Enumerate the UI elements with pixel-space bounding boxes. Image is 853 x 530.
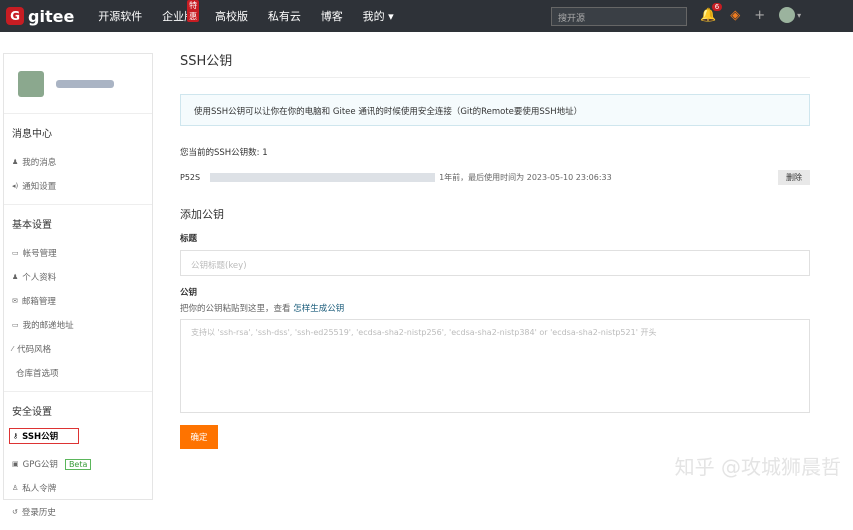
sidebar-item-address[interactable]: ▭ 我的邮递地址 [4,313,152,337]
plus-icon[interactable]: + [754,8,765,23]
sidebar-item-user[interactable]: ♟ 个人资料 [4,265,152,289]
brush-icon: ⁄ [12,345,14,353]
token-icon: ♙ [12,484,19,492]
sidebar-item-bell[interactable]: ♟ 我的消息 [4,150,152,174]
location-icon[interactable]: ◈ [730,8,740,23]
section-title: 消息中心 [12,129,52,140]
nav-private-cloud[interactable]: 私有云 [268,10,301,23]
bell-icon: ♟ [12,158,19,166]
sidebar-item-volume[interactable]: ◂) 通知设置 [4,174,152,198]
sidebar: 消息中心 ♟ 我的消息 ◂) 通知设置基本设置 ▭ 帐号管理 ♟ 个人资料 ✉ 邮箱管理 ▭ 我的邮递地… [3,53,153,518]
section-title: 基本设置 [12,220,52,231]
sidebar-section: 消息中心 ♟ 我的消息 ◂) 通知设置 [4,114,152,205]
notification-count: 6 [711,2,723,11]
sidebar-item-history[interactable]: ↺ 登录历史 [4,500,152,524]
nav-edu[interactable]: 高校版 [215,10,248,23]
beta-badge: Beta [64,458,92,470]
sidebar-item-code[interactable]: 仓库首选项 [4,361,152,385]
sidebar-section: 安全设置 ⚷ SSH公钥 ▣ GPG公钥 Beta ♙ 私人令牌 ↺ 登录历史 [4,392,152,530]
nav-opensource[interactable]: 开源软件 [98,10,142,23]
sidebar-item-token[interactable]: ♙ 私人令牌 [4,476,152,500]
sidebar-section: 基本设置 ▭ 帐号管理 ♟ 个人资料 ✉ 邮箱管理 ▭ 我的邮递地址 ⁄ 代码风格 仓库首选项 [4,205,152,392]
main-content: SSH公钥 使用SSH公钥可以让你在你的电脑和 Gitee 通讯的时候使用安全连… [180,50,810,449]
chevron-down-icon[interactable]: ▾ [797,11,801,20]
logo-icon: G [6,7,24,25]
sidebar-item-mail[interactable]: ✉ 邮箱管理 [4,289,152,313]
key-count: 您当前的SSH公钥数: 1 [180,148,268,158]
title-label: 标题 [180,234,198,244]
search-input[interactable]: 搜开源 [551,7,687,26]
key-name: P52S [180,172,201,182]
lock-icon: ▣ [12,460,19,468]
submit-button[interactable]: 确定 [180,425,218,449]
key-row: P52S 1年前，最后使用时间为 2023-05-10 23:06:33 删除 [180,169,810,185]
nav-mine[interactable]: 我的 ▾ [363,10,394,23]
title-input[interactable]: 公钥标题(key) [180,250,810,276]
address-icon: ▭ [12,321,19,329]
sidebar-item-card[interactable]: ▭ 帐号管理 [4,241,152,265]
username-blurred [56,79,114,88]
key-textarea[interactable]: 支持以 'ssh-rsa', 'ssh-dss', 'ssh-ed25519',… [180,319,810,413]
volume-icon: ◂) [12,182,19,190]
gitee-logo[interactable]: Ggitee [6,7,74,26]
promo-badge: 特惠 [187,0,200,22]
nav-blog[interactable]: 博客 [321,10,343,23]
top-nav: Ggitee 开源软件 企业版 特惠 高校版 私有云 博客 我的 ▾ 搜开源 🔔 6… [0,0,853,32]
key-label: 公钥 [180,288,198,298]
how-to-generate-link[interactable]: 怎样生成公钥 [293,304,344,314]
key-hint: 把你的公钥粘贴到这里，查看 怎样生成公钥 [180,304,345,314]
history-icon: ↺ [12,508,18,516]
sidebar-item-lock[interactable]: ▣ GPG公钥 Beta [4,452,152,476]
avatar [18,70,44,97]
card-icon: ▭ [12,249,19,257]
section-title: 安全设置 [12,407,52,418]
sidebar-item-brush[interactable]: ⁄ 代码风格 [4,337,152,361]
bell-icon[interactable]: 🔔 6 [700,2,723,23]
sidebar-item-key[interactable]: ⚷ SSH公钥 [9,428,79,444]
info-box: 使用SSH公钥可以让你在你的电脑和 Gitee 通讯的时候使用安全连接（Git的… [180,94,810,126]
user-icon: ♟ [12,273,19,281]
nav-links: 开源软件 企业版 特惠 高校版 私有云 博客 我的 ▾ [98,0,410,24]
delete-button[interactable]: 删除 [778,169,810,185]
watermark: 知乎 @攻城狮晨哲 [674,455,841,479]
mail-icon: ✉ [12,297,18,305]
avatar[interactable] [779,7,796,23]
profile[interactable] [4,54,152,114]
nav-enterprise[interactable]: 企业版 特惠 [162,0,200,23]
key-fingerprint-blurred [210,172,436,182]
key-icon: ⚷ [13,432,19,440]
add-key-heading: 添加公钥 [180,208,224,221]
key-meta: 1年前，最后使用时间为 2023-05-10 23:06:33 [439,172,612,182]
page-title: SSH公钥 [180,50,810,78]
